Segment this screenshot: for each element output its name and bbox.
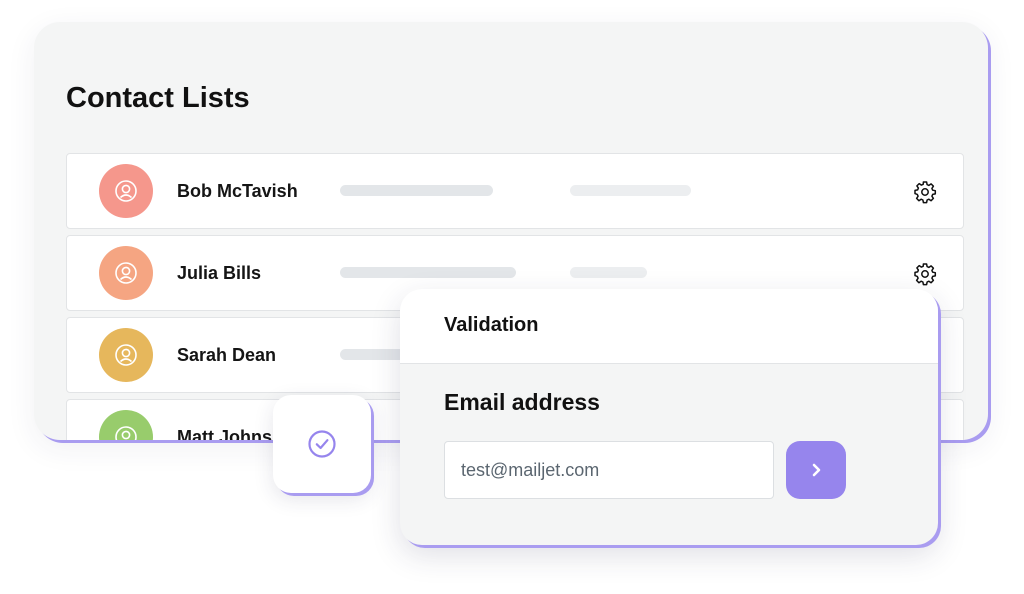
placeholder-bar [340,185,493,196]
user-icon [115,426,137,440]
validation-panel: Validation Email address [400,289,938,545]
user-icon [115,344,137,366]
gear-icon[interactable] [913,180,937,204]
validation-header: Validation [400,289,938,364]
contact-name: Bob McTavish [177,181,298,201]
contact-name: Sarah Dean [177,345,277,365]
gear-icon[interactable] [913,262,937,286]
chevron-right-icon [812,463,821,477]
validation-check-tile [273,395,371,493]
email-label: Email address [444,389,600,415]
user-icon [115,262,137,284]
contact-name: Matt Johns [177,427,273,440]
contact-name: Julia Bills [177,263,262,283]
placeholder-bar [340,267,516,278]
placeholder-bar [570,185,691,196]
submit-button[interactable] [786,441,846,499]
avatar [99,246,153,300]
avatar [99,164,153,218]
avatar [99,328,153,382]
email-field[interactable] [444,441,774,499]
avatar [99,410,153,440]
contact-row[interactable]: Bob McTavish [66,153,964,229]
check-circle-icon [308,430,336,458]
user-icon [115,180,137,202]
page-title: Contact Lists [66,82,250,114]
placeholder-bar [570,267,647,278]
validation-title: Validation [444,314,539,336]
